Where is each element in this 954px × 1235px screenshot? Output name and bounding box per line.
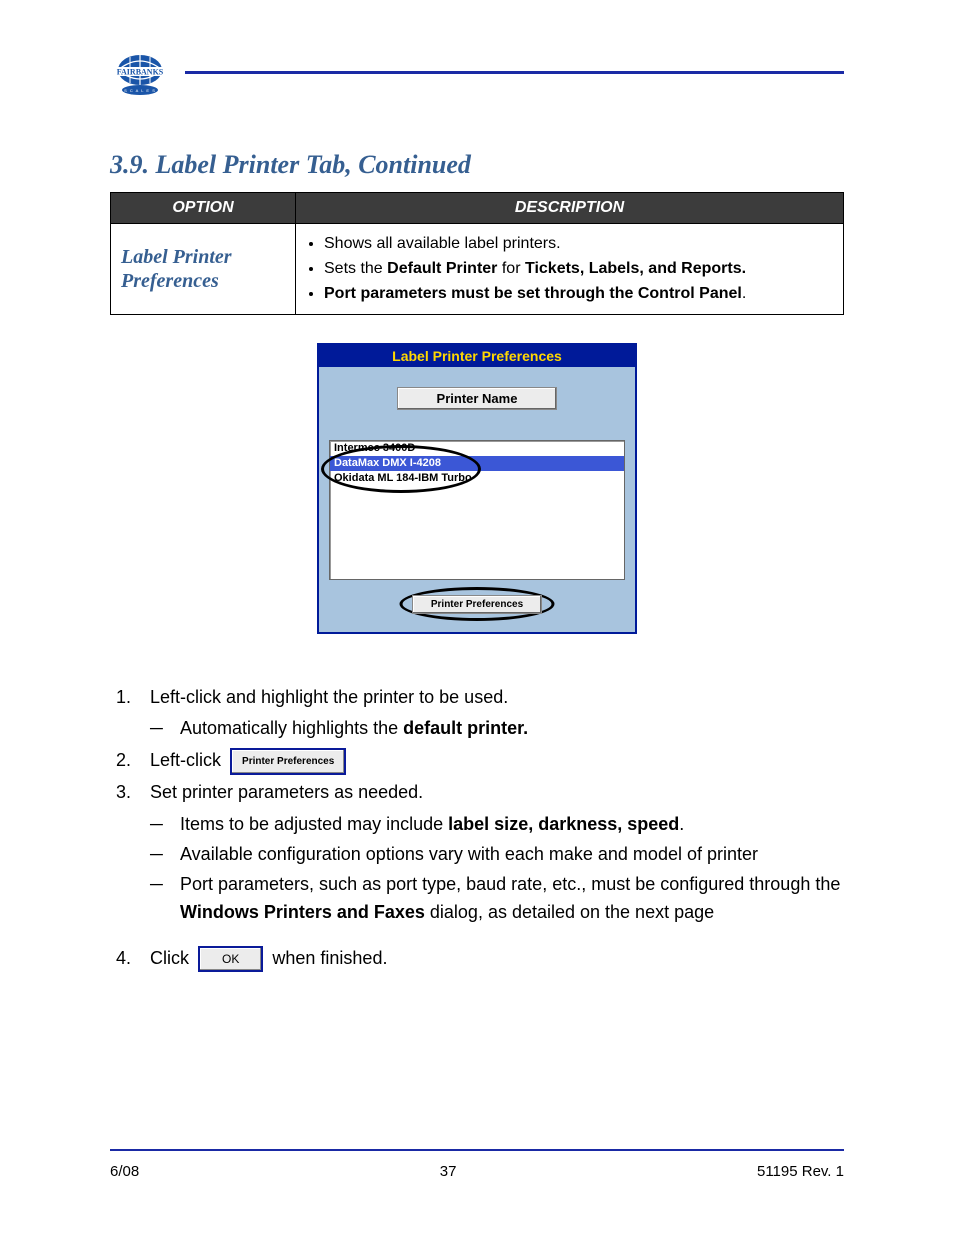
page-footer: 6/08 37 51195 Rev. 1	[110, 1149, 844, 1180]
bullet-1: Shows all available label printers.	[324, 232, 833, 255]
options-table: OPTION DESCRIPTION Label Printer Prefere…	[110, 192, 844, 315]
step-3c: ─ Port parameters, such as port type, ba…	[150, 871, 844, 927]
inline-ok-button[interactable]: OK	[198, 946, 263, 973]
row-desc: Shows all available label printers. Sets…	[296, 224, 844, 315]
footer-date: 6/08	[110, 1163, 139, 1180]
list-item[interactable]: Intermec 3400D	[330, 441, 624, 456]
table-row: Label Printer Preferences Shows all avai…	[111, 224, 844, 315]
dialog-titlebar: Label Printer Preferences	[319, 345, 635, 367]
footer-rule	[110, 1149, 844, 1151]
row-label: Label Printer Preferences	[111, 224, 296, 315]
logo-text: FAIRBANKS	[117, 68, 164, 77]
table-head-desc: DESCRIPTION	[296, 193, 844, 224]
list-item[interactable]: Okidata ML 184-IBM Turbo	[330, 471, 624, 486]
step-3: 3. Set printer parameters as needed.	[110, 779, 844, 807]
step-2: 2. Left-click Printer Preferences	[110, 747, 844, 775]
dialog-figure: Label Printer Preferences Printer Name I…	[110, 343, 844, 634]
footer-docrev: 51195 Rev. 1	[757, 1163, 844, 1180]
printer-preferences-button[interactable]: Printer Preferences	[412, 595, 542, 614]
table-head-option: OPTION	[111, 193, 296, 224]
header-rule	[185, 71, 844, 74]
steps-list: 1. Left-click and highlight the printer …	[110, 684, 844, 973]
printer-name-header[interactable]: Printer Name	[397, 387, 557, 410]
step-1: 1. Left-click and highlight the printer …	[110, 684, 844, 712]
page-header: FAIRBANKS S C A L E S	[110, 50, 844, 100]
step-1a: ─ Automatically highlights the default p…	[150, 715, 844, 743]
bullet-3: Port parameters must be set through the …	[324, 282, 833, 305]
inline-printer-preferences-button[interactable]: Printer Preferences	[230, 748, 346, 776]
footer-page: 37	[440, 1163, 457, 1180]
fairbanks-logo: FAIRBANKS S C A L E S	[110, 50, 170, 100]
svg-text:S C A L E S: S C A L E S	[124, 88, 156, 93]
bullet-2: Sets the Default Printer for Tickets, La…	[324, 257, 833, 280]
section-heading: 3.9. Label Printer Tab, Continued	[110, 150, 844, 180]
list-item[interactable]: DataMax DMX I-4208	[330, 456, 624, 471]
step-3a: ─ Items to be adjusted may include label…	[150, 811, 844, 839]
step-4: 4. Click OK when finished.	[110, 945, 844, 973]
printer-listbox[interactable]: Intermec 3400D DataMax DMX I-4208 Okidat…	[329, 440, 625, 580]
step-3b: ─ Available configuration options vary w…	[150, 841, 844, 869]
